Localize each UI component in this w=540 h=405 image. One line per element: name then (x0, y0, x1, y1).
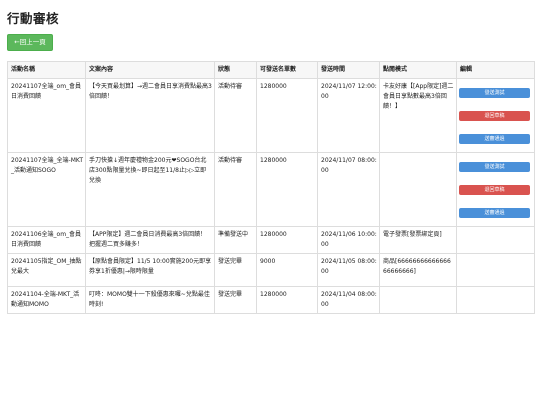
actions-cell (456, 286, 535, 314)
activity-name-cell: 20241107全端_om_會員日消費回饋 (7, 78, 86, 153)
content-cell: 【原點會員限定】11/5 10:00實施200元即享券享1折優惠|→限時限量 (85, 253, 215, 287)
column-header-status: 狀態 (214, 61, 257, 79)
review-table: 活動名稱 文案內容 狀態 可發送名單數 發送時間 點閱模式 編輯 2024110… (7, 61, 535, 314)
activity-name-cell: 20241106全端_om_會員日消費回饋 (7, 226, 86, 254)
content-cell: 手刀快搶↓週年慶禮物金200元❤SOGO台北店300點限量兌換~即日起至11/8… (85, 152, 215, 227)
actions-cell (456, 253, 535, 287)
table-header-row: 活動名稱 文案內容 狀態 可發送名單數 發送時間 點閱模式 編輯 (7, 61, 535, 79)
count-cell: 1280000 (256, 78, 318, 153)
column-header-time: 發送時間 (317, 61, 380, 79)
click-mode-cell (379, 152, 457, 227)
actions-cell: 發送測試 退回草稿 送審通過 (456, 152, 535, 227)
column-header-name: 活動名稱 (7, 61, 86, 79)
click-mode-cell (379, 286, 457, 314)
status-cell: 發送完畢 (214, 253, 257, 287)
status-cell: 發送完畢 (214, 286, 257, 314)
column-header-content: 文案內容 (85, 61, 215, 79)
table-row: 20241107全端_全端-MKT_活動通知SOGO 手刀快搶↓週年慶禮物金20… (7, 152, 535, 227)
return-draft-button[interactable]: 退回草稿 (459, 185, 530, 195)
send-test-button[interactable]: 發送測試 (459, 162, 530, 172)
activity-name-cell: 20241104-全端-MKT_活動通知MOMO (7, 286, 86, 314)
send-time-cell: 2024/11/04 08:00:00 (317, 286, 380, 314)
column-header-mode: 點閱模式 (379, 61, 457, 79)
click-mode-cell: 電子發票[發票綁定頁] (379, 226, 457, 254)
approve-button[interactable]: 送審通過 (459, 134, 530, 144)
count-cell: 9000 (256, 253, 318, 287)
approve-button[interactable]: 送審通過 (459, 208, 530, 218)
click-mode-cell: 卡友好康【[App限定]週二會員日享點數最高3倍回饋！】 (379, 78, 457, 153)
count-cell: 1280000 (256, 152, 318, 227)
send-time-cell: 2024/11/05 08:00:00 (317, 253, 380, 287)
table-row: 20241104-全端-MKT_活動通知MOMO 叮咚：MOMO雙十一下殺優惠來… (7, 286, 535, 314)
table-row: 20241107全端_om_會員日消費回饋 【今天買最划算】→週二會員日享消費點… (7, 78, 535, 153)
count-cell: 1280000 (256, 226, 318, 254)
content-cell: 叮咚：MOMO雙十一下殺優惠來囉~兌點最佳時刻! (85, 286, 215, 314)
count-cell: 1280000 (256, 286, 318, 314)
click-mode-cell: 商品[6666666666666666666666] (379, 253, 457, 287)
status-cell: 活動待審 (214, 78, 257, 153)
send-test-button[interactable]: 發送測試 (459, 88, 530, 98)
column-header-count: 可發送名單數 (256, 61, 318, 79)
action-stack: 發送測試 退回草稿 送審通過 (458, 80, 534, 144)
send-time-cell: 2024/11/06 10:00:00 (317, 226, 380, 254)
table-row: 20241105指定_OM_抽點兌最大 【原點會員限定】11/5 10:00實施… (7, 253, 535, 287)
actions-cell (456, 226, 535, 254)
column-header-edit: 編輯 (456, 61, 535, 79)
content-cell: 【今天買最划算】→週二會員日享消費點最高3倍回饋！ (85, 78, 215, 153)
table-row: 20241106全端_om_會員日消費回饋 【APP限定】週二會員日消費最高3倍… (7, 226, 535, 254)
activity-name-cell: 20241107全端_全端-MKT_活動通知SOGO (7, 152, 86, 227)
return-draft-button[interactable]: 退回草稿 (459, 111, 530, 121)
status-cell: 準備發送中 (214, 226, 257, 254)
send-time-cell: 2024/11/07 08:00:00 (317, 152, 380, 227)
send-time-cell: 2024/11/07 12:00:00 (317, 78, 380, 153)
actions-cell: 發送測試 退回草稿 送審通過 (456, 78, 535, 153)
content-cell: 【APP限定】週二會員日消費最高3倍回饋！把握週二買多賺多！ (85, 226, 215, 254)
action-stack: 發送測試 退回草稿 送審通過 (458, 154, 534, 218)
back-button[interactable]: ←回上一頁 (7, 34, 53, 51)
page-title: 行動審核 (7, 11, 60, 26)
activity-name-cell: 20241105指定_OM_抽點兌最大 (7, 253, 86, 287)
status-cell: 活動待審 (214, 152, 257, 227)
